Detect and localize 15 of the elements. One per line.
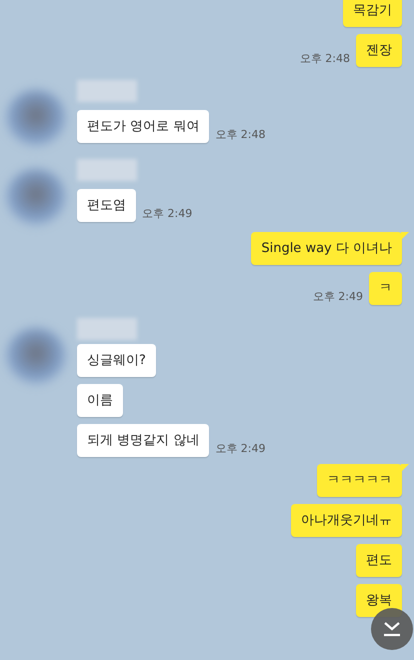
scroll-down-icon (382, 620, 402, 638)
message-time: 오후 2:48 (300, 51, 350, 67)
message-time: 오후 2:49 (312, 289, 363, 305)
message-time: 오후 2:49 (142, 206, 192, 222)
message-time: 오후 2:48 (215, 126, 266, 142)
received-message-bubble: 이름 (77, 384, 123, 417)
scroll-to-bottom-button[interactable] (371, 608, 413, 650)
blurred-sender-name (77, 80, 137, 102)
blurred-sender-name (77, 318, 137, 340)
blurred-sender-name (77, 159, 137, 181)
received-message-bubble: 싱글웨이? (77, 344, 156, 377)
message-time: 오후 2:49 (215, 441, 266, 457)
received-message-bubble: 편도염 (77, 188, 136, 222)
received-message-bubble: 편도가 영어로 뭐여 (77, 110, 210, 142)
received-message-bubble: 되게 병명같지 않네 (77, 424, 210, 457)
